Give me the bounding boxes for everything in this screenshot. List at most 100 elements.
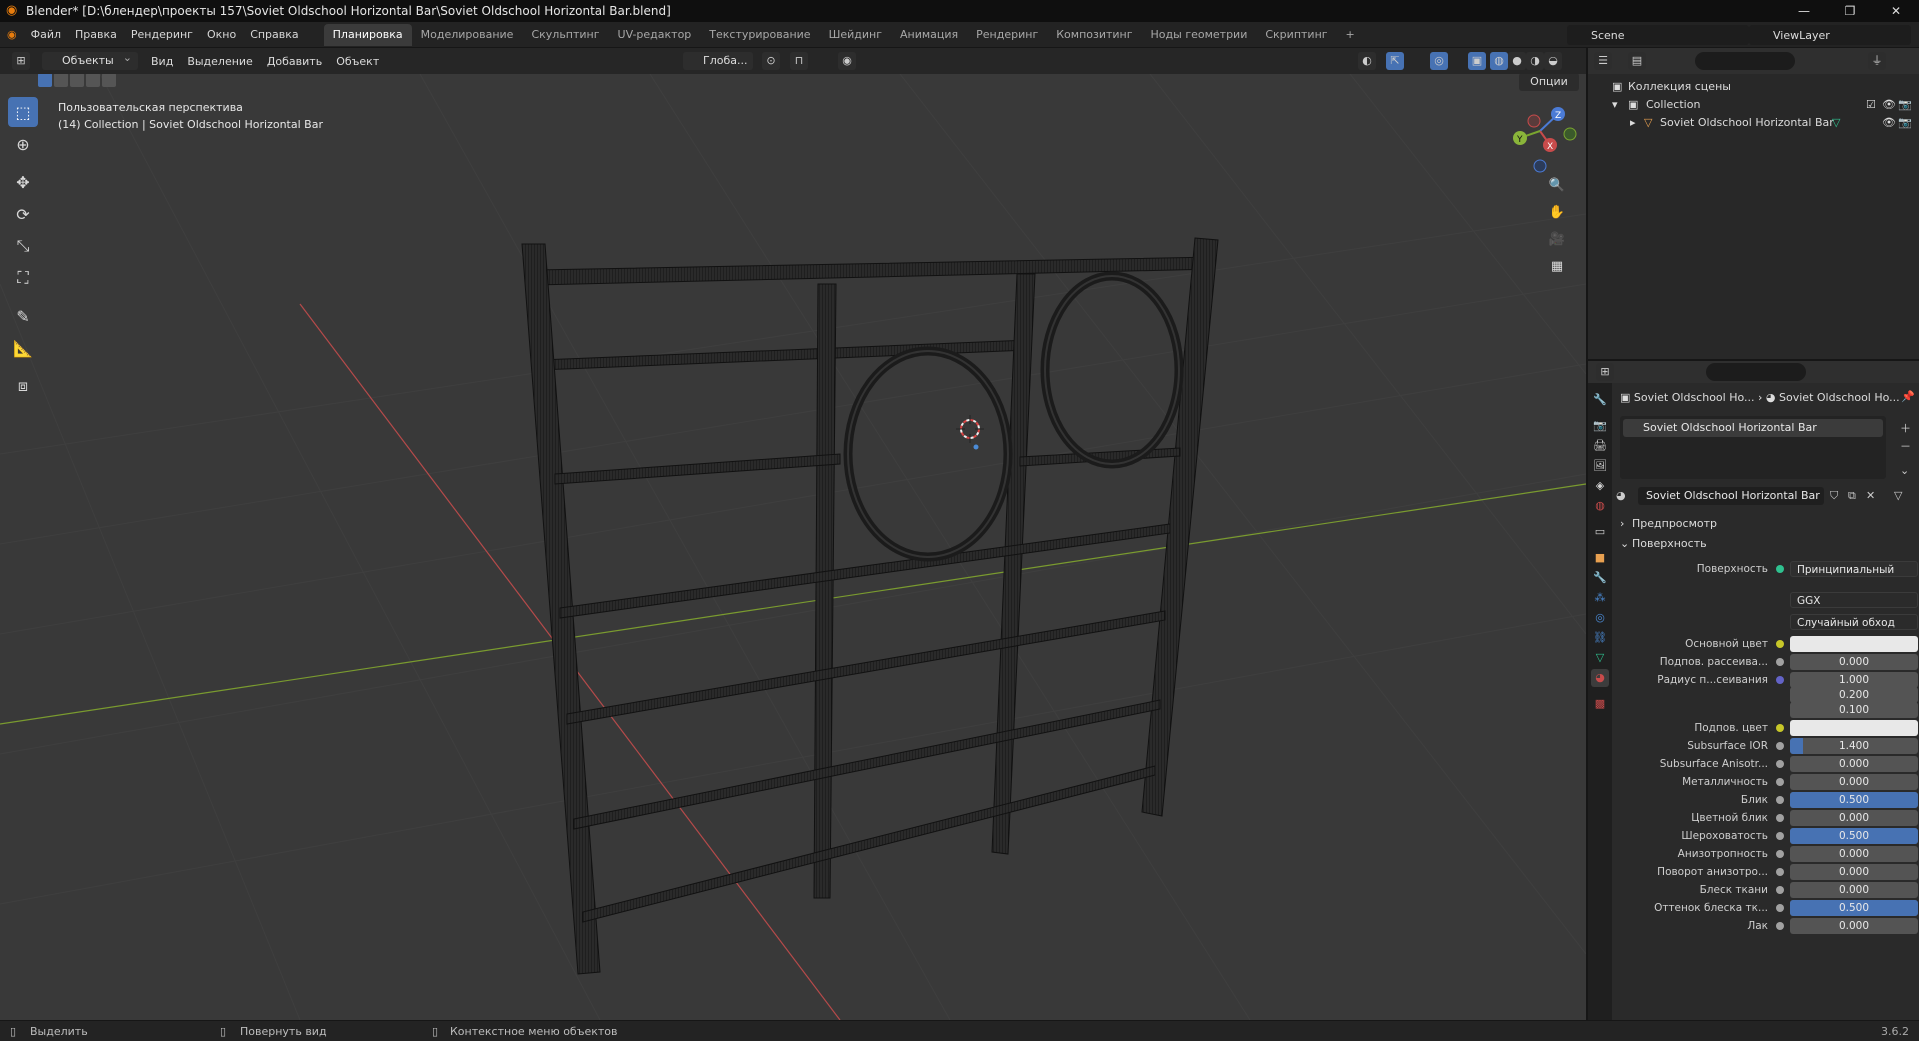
- gizmo-toggle-icon[interactable]: ⇱: [1386, 52, 1404, 70]
- expand-arrow-icon[interactable]: ▸: [1630, 114, 1636, 132]
- data-tab-icon[interactable]: ▽: [1591, 649, 1609, 667]
- menu-help[interactable]: Справка: [243, 22, 305, 48]
- preview-panel-header[interactable]: › Предпросмотр: [1618, 513, 1914, 535]
- shading-solid-icon[interactable]: ●: [1508, 52, 1526, 70]
- tab-rendering[interactable]: Рендеринг: [967, 24, 1047, 46]
- tab-modeling[interactable]: Моделирование: [412, 24, 523, 46]
- select-intersect-icon[interactable]: [102, 74, 116, 87]
- outliner-search-input[interactable]: [1695, 52, 1795, 70]
- socket-icon[interactable]: [1776, 832, 1784, 840]
- tab-animation[interactable]: Анимация: [891, 24, 967, 46]
- editor-type-icon[interactable]: ⊞: [12, 52, 30, 70]
- rotate-tool-icon[interactable]: ⟳: [8, 199, 38, 229]
- mode-selector[interactable]: Объекты: [42, 49, 138, 70]
- value-slider[interactable]: 0.000: [1790, 882, 1918, 898]
- select-invert-icon[interactable]: [86, 74, 100, 87]
- transform-orientation-dropdown[interactable]: Глоба...: [683, 52, 754, 70]
- xray-toggle-icon[interactable]: ▣: [1468, 52, 1486, 70]
- value-slider[interactable]: 0.100: [1790, 702, 1918, 718]
- select-box-tool-icon[interactable]: ⬚: [8, 97, 38, 127]
- link-mesh-icon[interactable]: ▽: [1894, 489, 1902, 502]
- object-row[interactable]: ▸ ▽ Soviet Oldschool Horizontal Bar ▽ 👁 …: [1588, 114, 1919, 132]
- socket-icon[interactable]: [1776, 922, 1784, 930]
- value-slider[interactable]: 0.000: [1790, 864, 1918, 880]
- blender-menu-icon[interactable]: ◉: [0, 22, 24, 48]
- value-slider[interactable]: 0.000: [1790, 846, 1918, 862]
- scene-tab-icon[interactable]: ◈: [1591, 477, 1609, 495]
- object-tab-icon[interactable]: ■: [1591, 549, 1609, 567]
- color-swatch[interactable]: [1790, 720, 1918, 736]
- menu-object[interactable]: Объект: [329, 55, 386, 68]
- zoom-icon[interactable]: 🔍: [1545, 174, 1569, 198]
- render-camera-icon[interactable]: 📷: [1898, 96, 1912, 114]
- world-tab-icon[interactable]: ◍: [1591, 497, 1609, 515]
- physics-tab-icon[interactable]: ◎: [1591, 609, 1609, 627]
- menu-window[interactable]: Окно: [200, 22, 243, 48]
- value-slider[interactable]: 0.200: [1790, 687, 1918, 703]
- output-tab-icon[interactable]: 🖨: [1591, 437, 1609, 455]
- tab-texture-paint[interactable]: Текстурирование: [700, 24, 819, 46]
- collection-tab-icon[interactable]: ▭: [1591, 523, 1609, 541]
- material-tab-icon[interactable]: ◕: [1591, 669, 1609, 687]
- tab-shading[interactable]: Шейдинг: [820, 24, 891, 46]
- socket-icon[interactable]: [1776, 814, 1784, 822]
- tool-tab-icon[interactable]: 🔧: [1591, 391, 1609, 409]
- shading-wireframe-icon[interactable]: ◍: [1490, 52, 1508, 70]
- socket-icon[interactable]: [1776, 868, 1784, 876]
- socket-icon[interactable]: [1776, 676, 1784, 684]
- slot-specials-icon[interactable]: ⌄: [1900, 464, 1909, 477]
- socket-icon[interactable]: [1776, 886, 1784, 894]
- material-name-field[interactable]: Soviet Oldschool Horizontal Bar: [1638, 487, 1824, 505]
- transform-tool-icon[interactable]: ⛶: [8, 263, 38, 293]
- modifier-tab-icon[interactable]: 🔧: [1591, 569, 1609, 587]
- pan-hand-icon[interactable]: ✋: [1545, 201, 1569, 225]
- move-tool-icon[interactable]: ✥: [8, 167, 38, 197]
- visibility-eye-icon[interactable]: 👁: [1882, 114, 1896, 132]
- surface-shader-dropdown[interactable]: Принципиальный BSDF: [1790, 561, 1918, 577]
- value-slider[interactable]: 0.500: [1790, 828, 1918, 844]
- subsurface-method-dropdown[interactable]: Случайный обход: [1790, 614, 1918, 630]
- expand-arrow-icon[interactable]: ▾: [1612, 96, 1618, 114]
- menu-edit[interactable]: Правка: [68, 22, 124, 48]
- shading-rendered-icon[interactable]: ◒: [1544, 52, 1562, 70]
- maximize-button[interactable]: ❐: [1827, 0, 1873, 22]
- unlink-material-icon[interactable]: ✕: [1866, 489, 1875, 502]
- socket-icon[interactable]: [1776, 742, 1784, 750]
- value-slider[interactable]: 0.000: [1790, 810, 1918, 826]
- material-sphere-icon[interactable]: ◕: [1616, 489, 1626, 502]
- filter-icon[interactable]: ⏚: [1868, 52, 1886, 70]
- menu-render[interactable]: Рендеринг: [124, 22, 200, 48]
- duplicate-material-icon[interactable]: ⧉: [1848, 489, 1856, 503]
- proportional-edit-icon[interactable]: ◉: [838, 52, 856, 70]
- overlay-toggle-icon[interactable]: ◎: [1430, 52, 1448, 70]
- render-tab-icon[interactable]: 📷: [1591, 417, 1609, 435]
- view-layer-tab-icon[interactable]: 🖼: [1591, 457, 1609, 475]
- particles-tab-icon[interactable]: ⁂: [1591, 589, 1609, 607]
- color-swatch[interactable]: [1790, 636, 1918, 652]
- close-button[interactable]: ✕: [1873, 0, 1919, 22]
- value-slider[interactable]: 0.500: [1790, 900, 1918, 916]
- value-slider[interactable]: 0.000: [1790, 756, 1918, 772]
- texture-tab-icon[interactable]: ▩: [1591, 695, 1609, 713]
- tab-layout[interactable]: Планировка: [323, 23, 412, 46]
- pivot-icon[interactable]: ⊙: [762, 52, 780, 70]
- surface-panel-header[interactable]: ⌄ Поверхность: [1618, 533, 1914, 555]
- menu-view[interactable]: Вид: [144, 55, 180, 68]
- select-extend-icon[interactable]: [54, 74, 68, 87]
- properties-search-input[interactable]: [1706, 363, 1806, 381]
- value-slider[interactable]: 0.000: [1790, 654, 1918, 670]
- scene-selector[interactable]: Scene: [1567, 25, 1749, 45]
- exclude-checkbox[interactable]: ☑: [1866, 96, 1876, 114]
- material-slot-list[interactable]: Soviet Oldschool Horizontal Bar: [1620, 416, 1886, 479]
- menu-select[interactable]: Выделение: [180, 55, 260, 68]
- snap-icon[interactable]: ⊓: [790, 52, 808, 70]
- add-slot-button[interactable]: ＋: [1900, 420, 1911, 436]
- scale-tool-icon[interactable]: ⤡: [8, 231, 38, 261]
- tab-uv-editing[interactable]: UV-редактор: [609, 24, 701, 46]
- socket-icon[interactable]: [1776, 796, 1784, 804]
- minimize-button[interactable]: —: [1781, 0, 1827, 22]
- value-slider[interactable]: 1.000: [1790, 672, 1918, 688]
- scene-collection-row[interactable]: ▣ Коллекция сцены: [1588, 78, 1919, 96]
- menu-add[interactable]: Добавить: [260, 55, 329, 68]
- socket-icon[interactable]: [1776, 778, 1784, 786]
